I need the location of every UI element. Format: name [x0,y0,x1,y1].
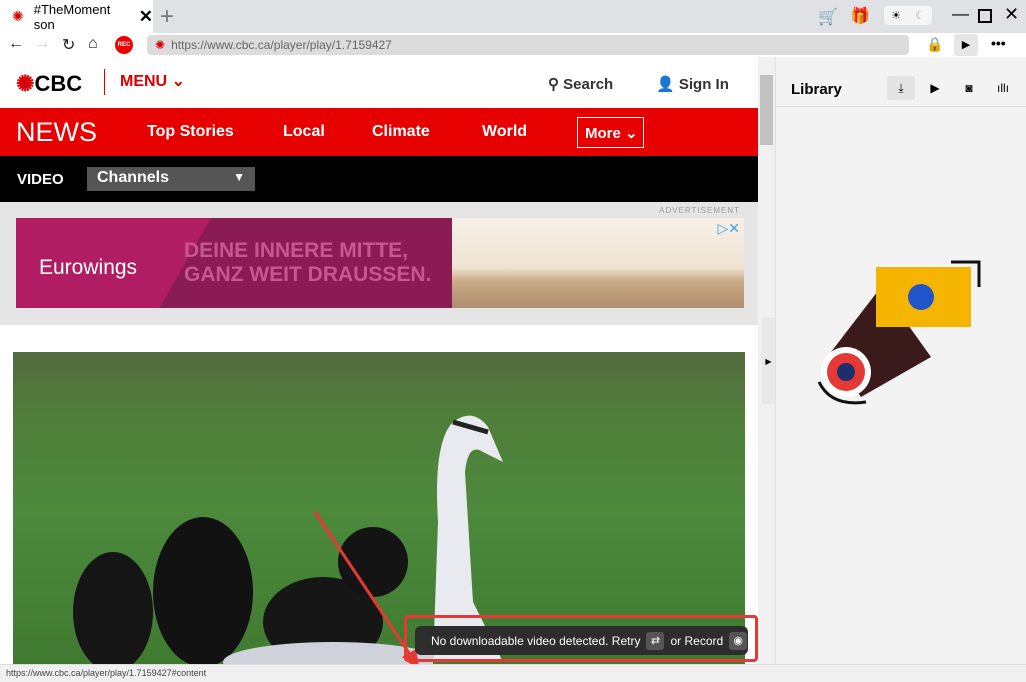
gift-icon[interactable]: 🎁 [850,6,870,26]
news-logo[interactable]: NEWS [16,117,97,148]
record-button[interactable]: REC [115,36,133,54]
toast-or-record: or Record [670,633,724,648]
nav-local[interactable]: Local [283,123,325,141]
download-icon[interactable]: ⤓ [887,76,915,100]
close-tab-icon[interactable]: ✕ [139,7,153,27]
tab-title: #TheMoment son [33,1,111,32]
nav-world[interactable]: World [482,123,527,141]
ad-banner[interactable]: Eurowings DEINE INNERE MITTE, GANZ WEIT D… [16,218,744,308]
maximize-button[interactable] [978,9,992,23]
video-label: VIDEO [17,171,64,188]
web-page: ✺CBC MENU ⌄ ⚲ Search 👤 Sign In NEWS Top … [0,57,758,664]
url-text: https://www.cbc.ca/player/play/1.7159427 [171,38,392,52]
more-menu-button[interactable]: ••• [991,35,1006,51]
adchoices-close-icon[interactable]: ▷✕ [718,220,741,237]
close-window-button[interactable]: ✕ [1004,4,1019,25]
video-record-icon[interactable]: ◙ [955,76,983,100]
forward-button[interactable]: → [34,35,50,53]
record-icon[interactable]: ◉ [729,631,748,650]
cbc-logo[interactable]: ✺CBC [16,71,82,97]
nav-top-stories[interactable]: Top Stories [147,123,234,141]
user-icon: 👤 [656,76,675,93]
ad-left: Eurowings DEINE INNERE MITTE, GANZ WEIT D… [16,218,452,308]
home-button[interactable]: ⌂ [88,35,98,53]
sign-in-button[interactable]: 👤 Sign In [656,75,729,93]
cart-icon[interactable]: 🛒 [818,7,838,27]
library-header: Library ⤓ ▶ ◙ ıllı [776,57,1026,107]
nav-climate[interactable]: Climate [372,123,430,141]
scrollbar-thumb[interactable] [760,75,773,145]
audio-icon[interactable]: ıllı [989,76,1017,100]
lock-icon[interactable]: 🔒 [926,36,943,53]
channels-dropdown[interactable]: Channels ▼ [87,167,255,191]
youtube-icon[interactable]: ▶ [921,76,949,100]
ad-image: ▷✕ [452,218,744,308]
cbc-favicon-icon: ✺ [12,8,24,24]
chevron-down-icon: ⌄ [625,125,638,142]
ad-brand: Eurowings [39,256,138,279]
menu-button[interactable]: MENU ⌄ [104,69,185,95]
ad-headline: DEINE INNERE MITTE, GANZ WEIT DRAUSSEN. [184,239,432,286]
search-button[interactable]: ⚲ Search [548,75,613,93]
address-bar[interactable]: ✺ https://www.cbc.ca/player/play/1.715942… [147,35,909,55]
news-nav: NEWS Top Stories Local Climate World Mor… [0,108,758,156]
ad-label: ADVERTISEMENT [659,206,740,215]
collapse-panel-button[interactable]: ▶ [762,318,775,404]
reload-button[interactable]: ↻ [62,35,75,55]
ad-area: ADVERTISEMENT Eurowings DEINE INNERE MIT… [0,202,758,325]
back-button[interactable]: ← [8,35,24,53]
theme-toggle[interactable]: ☀ ☾ [884,6,932,25]
status-bar: https://www.cbc.ca/player/play/1.7159427… [0,664,1026,682]
retry-icon[interactable]: ⇄ [646,631,665,650]
cbc-favicon-icon: ✺ [155,38,166,52]
cbc-header: ✺CBC MENU ⌄ ⚲ Search 👤 Sign In [0,57,758,108]
minimize-button[interactable]: — [952,4,969,24]
tab-bar [0,0,1026,33]
search-icon: ⚲ [548,76,559,93]
moon-icon: ☾ [915,10,925,22]
tab-active[interactable]: ✺ #TheMoment son ✕ [0,0,153,33]
library-title: Library [791,81,842,98]
toast-message: No downloadable video detected. Retry [431,633,641,648]
cbc-gem-icon: ✺ [16,71,35,96]
nav-more-button[interactable]: More ⌄ [577,117,644,148]
chevron-down-icon: ⌄ [171,73,185,90]
video-library-button[interactable]: ▶ [954,34,978,56]
video-bar: VIDEO Channels ▼ [0,156,758,202]
no-video-toast: No downloadable video detected. Retry ⇄ … [415,626,748,655]
no-video-illustration [817,260,981,405]
new-tab-button[interactable]: + [160,3,174,31]
sun-icon: ☀ [891,10,901,22]
caret-down-icon: ▼ [233,170,245,184]
library-panel: Library ⤓ ▶ ◙ ıllı [775,57,1026,664]
